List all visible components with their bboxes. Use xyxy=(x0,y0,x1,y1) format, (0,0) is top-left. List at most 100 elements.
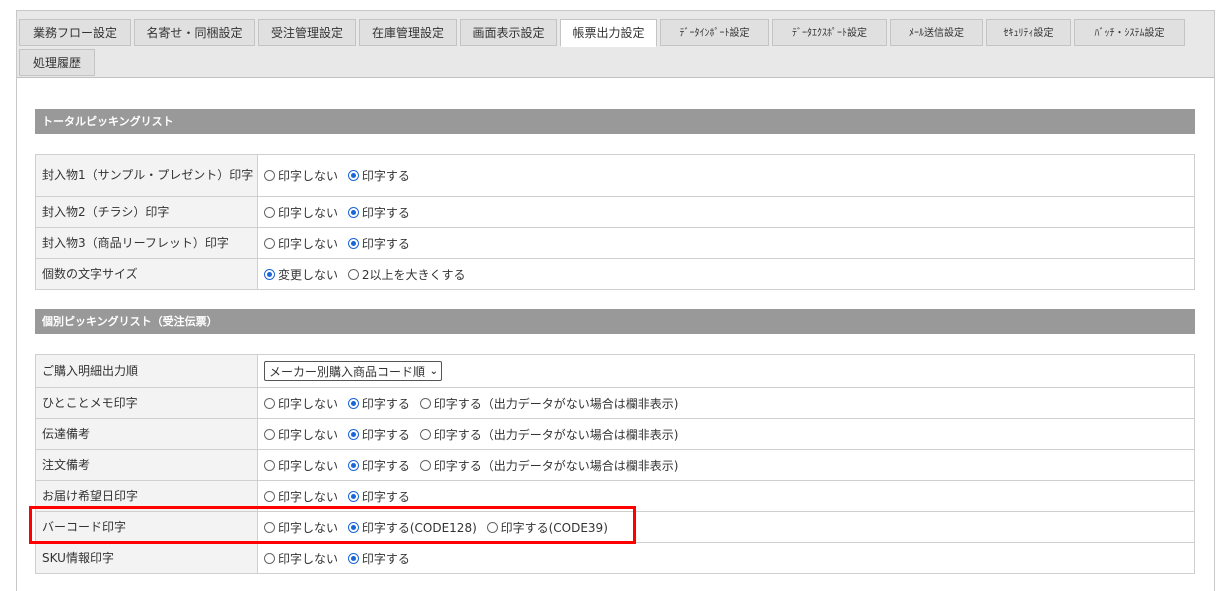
detail-order-select[interactable]: メーカー別購入商品コード順 ⌄ xyxy=(264,361,442,381)
option-label: 印字しない xyxy=(278,236,339,251)
option-label: 印字する xyxy=(361,396,410,411)
row-value: 印字しない 印字する 印字する（出力データがない場合は欄非表示) xyxy=(257,418,1195,450)
option-label: 印字しない xyxy=(278,489,339,504)
radio-not-print[interactable]: 印字しない xyxy=(264,395,338,412)
radio-icon xyxy=(347,206,359,218)
radio-icon xyxy=(486,521,498,533)
tab-data-export[interactable]: ﾃﾞｰﾀｴｸｽﾎﾟｰﾄ設定 xyxy=(772,19,887,46)
radio-print[interactable]: 印字する xyxy=(347,395,410,412)
radio-not-print[interactable]: 印字しない xyxy=(264,488,338,505)
radio-icon xyxy=(347,490,359,502)
option-label: 印字する xyxy=(361,236,410,251)
option-label: 2以上を大きくする xyxy=(361,267,466,282)
row-label: SKU情報印字 xyxy=(35,542,258,574)
row-label: 封入物2（チラシ）印字 xyxy=(35,196,258,228)
option-label: 印字する xyxy=(361,551,410,566)
radio-enlarge[interactable]: 2以上を大きくする xyxy=(347,266,466,283)
settings-row-insert3: 封入物3（商品リーフレット）印字 印字しない 印字する xyxy=(35,227,1195,259)
row-label: 個数の文字サイズ xyxy=(35,258,258,290)
radio-icon xyxy=(347,552,359,564)
settings-row-barcode: バーコード印字 印字しない 印字する(CODE128) 印字する(CODE39) xyxy=(35,511,1195,543)
option-label: 印字する（出力データがない場合は欄非表示) xyxy=(433,427,679,442)
radio-print-hide-empty[interactable]: 印字する（出力データがない場合は欄非表示) xyxy=(419,457,678,474)
radio-not-print[interactable]: 印字しない xyxy=(264,519,338,536)
radio-print-code128[interactable]: 印字する(CODE128) xyxy=(347,519,477,536)
row-label: ご購入明細出力順 xyxy=(35,354,258,388)
row-value: 印字しない 印字する xyxy=(257,480,1195,512)
row-label: ひとことメモ印字 xyxy=(35,387,258,419)
settings-row-insert1: 封入物1（サンプル・プレゼント）印字 印字しない 印字する xyxy=(35,154,1195,197)
radio-print[interactable]: 印字する xyxy=(347,457,410,474)
tab-mail[interactable]: ﾒｰﾙ送信設定 xyxy=(890,19,983,46)
tab-data-import[interactable]: ﾃﾞｰﾀｲﾝﾎﾟｰﾄ設定 xyxy=(660,19,769,46)
radio-icon xyxy=(347,170,359,181)
radio-icon xyxy=(347,428,359,440)
tab-batch-system[interactable]: ﾊﾞｯﾁ・ｼｽﾃﾑ設定 xyxy=(1074,19,1185,46)
option-label: 印字しない xyxy=(278,520,339,535)
radio-print-hide-empty[interactable]: 印字する（出力データがない場合は欄非表示) xyxy=(419,395,678,412)
radio-not-print[interactable]: 印字しない xyxy=(264,167,338,184)
radio-print-hide-empty[interactable]: 印字する（出力データがない場合は欄非表示) xyxy=(419,426,679,443)
row-value: 変更しない 2以上を大きくする xyxy=(257,258,1195,290)
row-value: 印字しない 印字する xyxy=(257,196,1195,228)
settings-row-memo: ひとことメモ印字 印字しない 印字する 印字する（出力データがない場合は欄非表示… xyxy=(35,387,1195,419)
radio-icon xyxy=(264,397,275,409)
tab-history[interactable]: 処理履歴 xyxy=(19,49,95,76)
tab-report-output[interactable]: 帳票出力設定 xyxy=(560,19,657,47)
radio-icon xyxy=(264,237,275,249)
radio-not-print[interactable]: 印字しない xyxy=(264,550,338,567)
tab-display[interactable]: 画面表示設定 xyxy=(460,19,557,46)
section-header-total-picking: トータルピッキングリスト xyxy=(35,109,1195,134)
radio-icon xyxy=(264,552,275,564)
tab-order-management[interactable]: 受注管理設定 xyxy=(258,19,356,46)
option-label: 印字しない xyxy=(278,396,339,411)
settings-row-delivery-date: お届け希望日印字 印字しない 印字する xyxy=(35,480,1195,512)
row-value: 印字しない 印字する(CODE128) 印字する(CODE39) xyxy=(257,511,1195,543)
option-label: 印字する xyxy=(361,169,410,183)
radio-icon xyxy=(264,268,275,280)
radio-print[interactable]: 印字する xyxy=(347,550,410,567)
radio-not-print[interactable]: 印字しない xyxy=(264,204,338,221)
radio-icon xyxy=(264,170,275,181)
radio-print[interactable]: 印字する xyxy=(347,235,410,252)
radio-print[interactable]: 印字する xyxy=(347,167,410,184)
settings-row-sku: SKU情報印字 印字しない 印字する xyxy=(35,542,1195,574)
radio-icon xyxy=(347,237,359,249)
row-value: 印字しない 印字する xyxy=(257,227,1195,259)
row-value: 印字しない 印字する 印字する（出力データがない場合は欄非表示) xyxy=(257,387,1195,419)
tab-inventory[interactable]: 在庫管理設定 xyxy=(359,19,457,46)
radio-print-code39[interactable]: 印字する(CODE39) xyxy=(486,519,608,536)
radio-print[interactable]: 印字する xyxy=(347,426,410,443)
radio-icon xyxy=(419,397,431,409)
total-picking-table: 封入物1（サンプル・プレゼント）印字 印字しない 印字する 封入物2（チラシ）印… xyxy=(35,154,1195,290)
row-label: お届け希望日印字 xyxy=(35,480,258,512)
tab-business-flow[interactable]: 業務フロー設定 xyxy=(19,19,131,46)
radio-no-change[interactable]: 変更しない xyxy=(264,266,338,283)
row-label: バーコード印字 xyxy=(35,511,258,543)
option-label: 変更しない xyxy=(278,267,339,282)
radio-not-print[interactable]: 印字しない xyxy=(264,426,338,443)
radio-icon xyxy=(264,459,275,471)
option-label: 印字する(CODE128) xyxy=(361,520,477,535)
radio-print[interactable]: 印字する xyxy=(347,204,410,221)
radio-icon xyxy=(419,428,431,440)
option-label: 印字しない xyxy=(278,458,339,473)
radio-not-print[interactable]: 印字しない xyxy=(264,235,338,252)
radio-icon xyxy=(264,206,275,218)
row-value: メーカー別購入商品コード順 ⌄ xyxy=(257,354,1195,388)
radio-not-print[interactable]: 印字しない xyxy=(264,457,338,474)
row-label: 封入物1（サンプル・プレゼント）印字 xyxy=(35,154,258,197)
tab-name-merge[interactable]: 名寄せ・同梱設定 xyxy=(134,19,255,46)
option-label: 印字しない xyxy=(278,205,339,220)
row-label: 封入物3（商品リーフレット）印字 xyxy=(35,227,258,259)
radio-icon xyxy=(264,428,275,440)
radio-print[interactable]: 印字する xyxy=(347,488,410,505)
tab-security[interactable]: ｾｷｭﾘﾃｨ設定 xyxy=(986,19,1071,46)
option-label: 印字する xyxy=(361,458,410,473)
radio-icon xyxy=(419,459,431,471)
settings-row-insert2: 封入物2（チラシ）印字 印字しない 印字する xyxy=(35,196,1195,228)
option-label: 印字しない xyxy=(278,169,339,183)
settings-tab-bar: 業務フロー設定 名寄せ・同梱設定 受注管理設定 在庫管理設定 画面表示設定 帳票… xyxy=(17,11,1214,78)
row-value: 印字しない 印字する xyxy=(257,154,1195,197)
radio-icon xyxy=(347,459,359,471)
